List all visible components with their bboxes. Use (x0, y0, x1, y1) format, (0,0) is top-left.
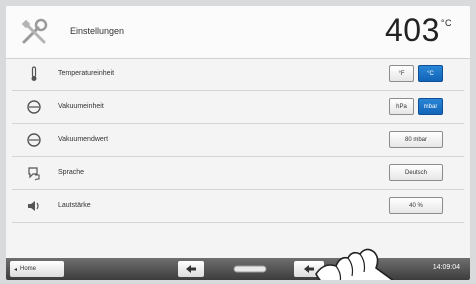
language-icon (28, 167, 40, 181)
home-button[interactable]: ◂ Home (10, 261, 64, 277)
arrow-left-icon (186, 265, 196, 273)
thermometer-icon (31, 66, 37, 81)
clock-time: 14:09:04 (432, 264, 460, 271)
setting-label-volume: Lautstärke (58, 202, 91, 209)
page-title: Einstellungen (70, 26, 125, 36)
setting-label-vacuum-endvalue: Vakuumendwert (58, 136, 109, 143)
pointing-hand-icon (315, 248, 394, 280)
temperature-value: 403 (385, 12, 440, 48)
volume-button[interactable]: 40 % (389, 197, 443, 214)
language-button[interactable]: Deutsch (389, 164, 443, 181)
header: Einstellungen 403°C (6, 6, 470, 59)
vacuum-gauge-icon (27, 133, 41, 147)
setting-row-volume: Lautstärke 40 % (12, 190, 464, 223)
setting-row-language: Sprache Deutsch (12, 157, 464, 190)
temperature-unit: °C (440, 18, 452, 28)
vacuum-gauge-icon (27, 100, 41, 114)
speaker-icon (28, 201, 39, 211)
tools-icon (21, 18, 48, 44)
setting-row-vacuum-endvalue: Vakuumendwert 80 mbar (12, 124, 464, 157)
arrow-left-button[interactable] (178, 261, 204, 277)
fahrenheit-button[interactable]: °F (389, 65, 414, 82)
setting-label-language: Sprache (58, 169, 85, 176)
setting-label-temperature-unit: Temperatureinheit (58, 70, 115, 77)
temperature-display: 403°C (385, 12, 452, 49)
hpa-button[interactable]: hPa (389, 98, 414, 115)
settings-screen: Einstellungen 403°C Temperatureinheit °F… (6, 6, 470, 280)
celsius-button[interactable]: °C (418, 65, 443, 82)
mbar-button[interactable]: mbar (418, 98, 443, 115)
back-arrow-icon: ◂ (14, 266, 18, 273)
setting-row-temperature-unit: Temperatureinheit °F °C (12, 58, 464, 91)
slider-bar-icon (233, 265, 267, 273)
home-button-label: Home (20, 266, 37, 272)
setting-row-vacuum-unit: Vakuumeinheit hPa mbar (12, 91, 464, 124)
slider-handle[interactable] (230, 261, 270, 277)
vacuum-endvalue-button[interactable]: 80 mbar (389, 131, 443, 148)
setting-label-vacuum-unit: Vakuumeinheit (58, 103, 104, 110)
